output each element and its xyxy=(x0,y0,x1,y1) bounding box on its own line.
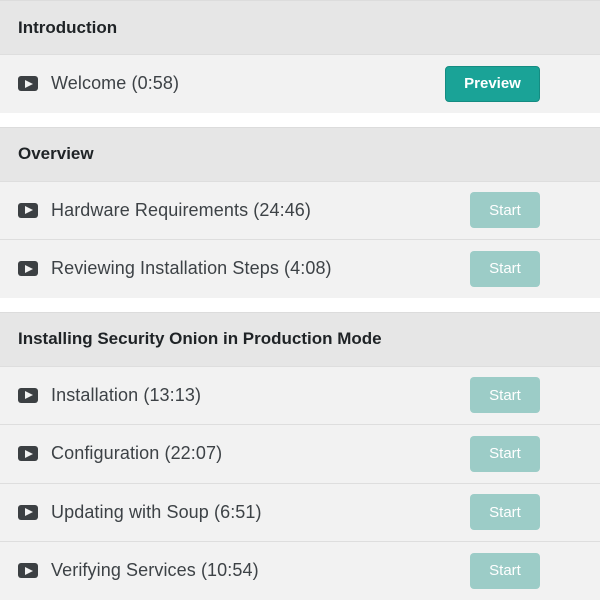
start-button[interactable]: Start xyxy=(470,250,540,287)
play-icon xyxy=(18,261,38,277)
section-overview: Overview Hardware Requirements (24:46) S… xyxy=(0,126,600,298)
play-icon xyxy=(18,504,38,520)
play-icon xyxy=(18,387,38,403)
lesson-title[interactable]: Configuration (22:07) xyxy=(51,443,222,464)
curriculum-page: Introduction Welcome (0:58) Preview Over… xyxy=(0,0,600,600)
lesson-row[interactable]: Hardware Requirements (24:46) Start xyxy=(0,180,600,239)
start-button[interactable]: Start xyxy=(470,377,540,414)
lesson-title[interactable]: Verifying Services (10:54) xyxy=(51,560,259,581)
section-introduction: Introduction Welcome (0:58) Preview xyxy=(0,0,600,113)
play-icon xyxy=(18,446,38,462)
section-header: Installing Security Onion in Production … xyxy=(0,311,600,366)
lesson-row[interactable]: Configuration (22:07) Start xyxy=(0,424,600,483)
start-button[interactable]: Start xyxy=(470,552,540,589)
lesson-row[interactable]: Welcome (0:58) Preview xyxy=(0,54,600,113)
lesson-row[interactable]: Reviewing Installation Steps (4:08) Star… xyxy=(0,239,600,298)
section-installing-security-onion: Installing Security Onion in Production … xyxy=(0,311,600,600)
lesson-title[interactable]: Updating with Soup (6:51) xyxy=(51,502,262,523)
lesson-row[interactable]: Installation (13:13) Start xyxy=(0,365,600,424)
lesson-title[interactable]: Hardware Requirements (24:46) xyxy=(51,200,311,221)
lesson-title[interactable]: Installation (13:13) xyxy=(51,385,201,406)
lesson-title[interactable]: Welcome (0:58) xyxy=(51,73,179,94)
section-header: Introduction xyxy=(0,0,600,54)
play-icon xyxy=(18,76,38,92)
section-header: Overview xyxy=(0,126,600,181)
start-button[interactable]: Start xyxy=(470,192,540,229)
start-button[interactable]: Start xyxy=(470,435,540,472)
lesson-title[interactable]: Reviewing Installation Steps (4:08) xyxy=(51,258,332,279)
play-icon xyxy=(18,202,38,218)
lesson-row[interactable]: Updating with Soup (6:51) Start xyxy=(0,482,600,541)
start-button[interactable]: Start xyxy=(470,494,540,531)
preview-button[interactable]: Preview xyxy=(445,65,540,102)
play-icon xyxy=(18,563,38,579)
lesson-row[interactable]: Verifying Services (10:54) Start xyxy=(0,541,600,600)
